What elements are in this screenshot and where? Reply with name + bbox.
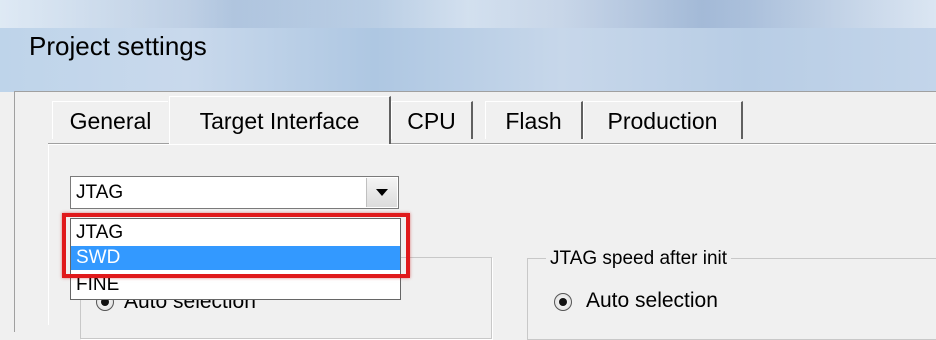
window-title-bar: Project settings: [0, 0, 936, 92]
window-title: Project settings: [29, 31, 207, 61]
tab-general-label: General: [69, 108, 152, 134]
tab-target-interface-label: Target Interface: [199, 108, 360, 134]
dropdown-button[interactable]: [366, 178, 397, 207]
jtag-speed-after-init-title: JTAG speed after init: [546, 248, 732, 270]
interface-select[interactable]: JTAG: [70, 176, 399, 209]
auto-selection-radio-right[interactable]: [554, 293, 572, 311]
tab-cpu[interactable]: CPU: [391, 101, 473, 139]
interface-select-value: JTAG: [76, 182, 124, 203]
red-highlight-annotation: [62, 213, 410, 278]
tab-cpu-label: CPU: [407, 108, 456, 134]
tab-target-interface[interactable]: Target Interface: [169, 96, 391, 144]
tab-flash[interactable]: Flash: [485, 101, 583, 139]
tab-flash-label: Flash: [505, 108, 562, 134]
tab-general[interactable]: General: [52, 101, 168, 139]
chevron-down-icon: [376, 189, 388, 196]
tab-production[interactable]: Production: [583, 101, 743, 139]
tab-production-label: Production: [607, 108, 718, 134]
auto-selection-label-right: Auto selection: [586, 289, 718, 312]
